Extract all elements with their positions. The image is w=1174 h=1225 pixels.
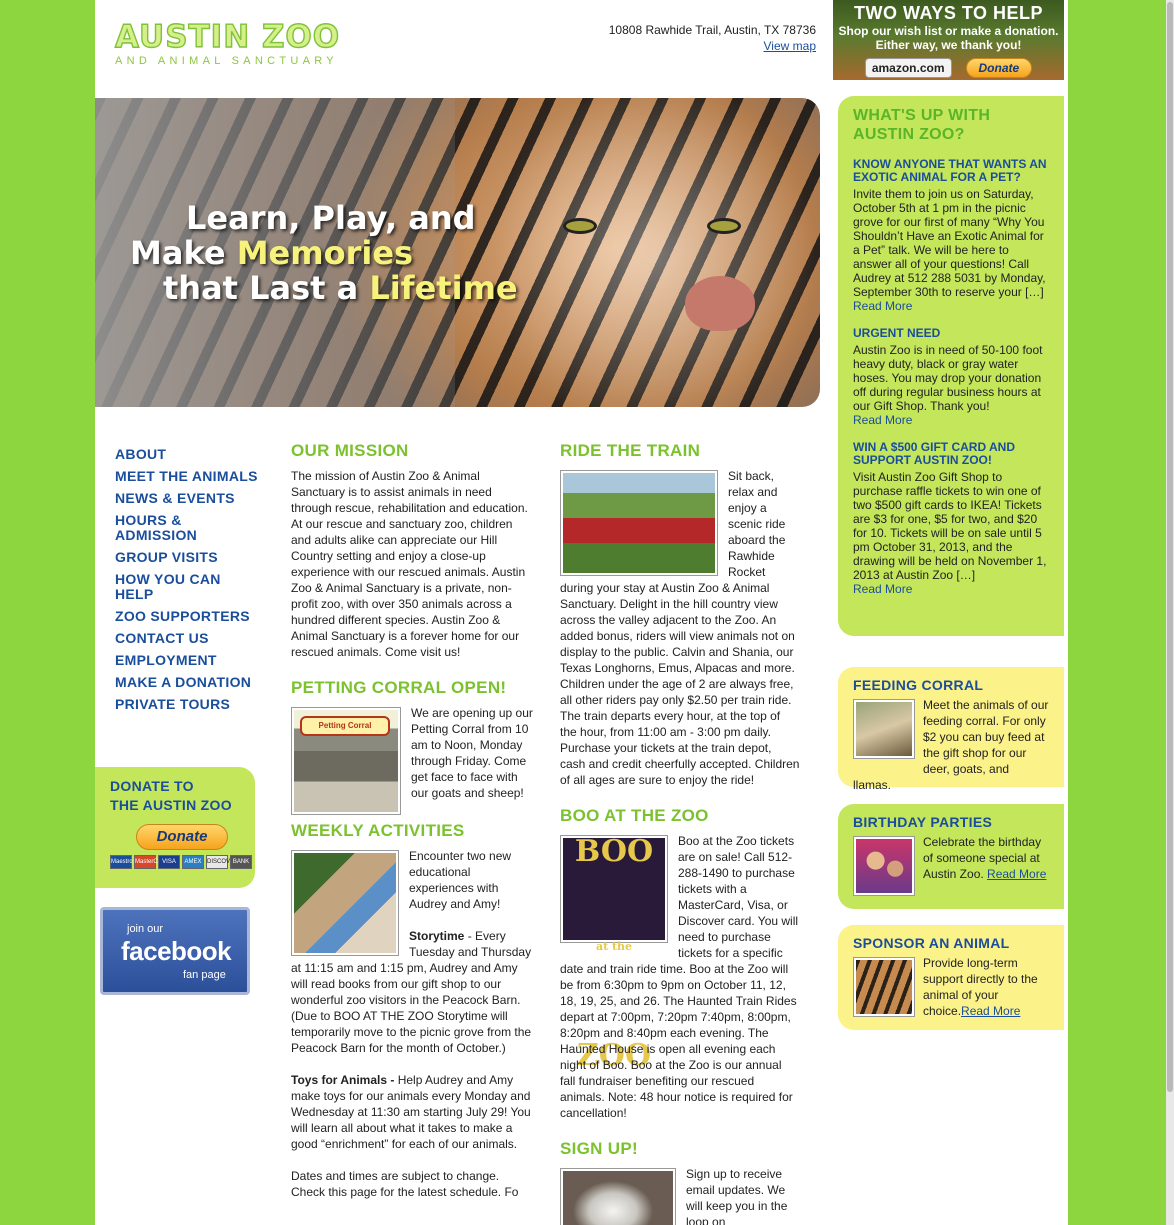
feeding-corral-photo (853, 699, 915, 759)
boo-at-the-zoo-logo: BOO at the ZOO (560, 835, 668, 1071)
address-block: 10808 Rawhide Trail, Austin, TX 78736 Vi… (609, 22, 816, 54)
nav-make-a-donation[interactable]: MAKE A DONATION (115, 675, 275, 690)
petting-corral-title: PETTING CORRAL OPEN! (291, 678, 507, 697)
nav-employment[interactable]: EMPLOYMENT (115, 653, 275, 668)
content-column-1: OUR MISSION The mission of Austin Zoo & … (291, 441, 533, 1200)
facebook-fan-page: fan page (183, 969, 226, 981)
signup-photo-cockatoo (560, 1168, 676, 1225)
nav-group-visits[interactable]: GROUP VISITS (115, 550, 275, 565)
news-heading-exotic-pet[interactable]: KNOW ANYONE THAT WANTS AN EXOTIC ANIMAL … (853, 158, 1049, 184)
mission-text: The mission of Austin Zoo & Animal Sanct… (291, 469, 528, 659)
tiger-eye-left (563, 218, 597, 234)
amazon-wishlist-button[interactable]: amazon.com (864, 58, 952, 78)
read-more-urgent-need[interactable]: Read More (853, 413, 912, 427)
view-map-link[interactable]: View map (764, 39, 816, 53)
birthday-parties-panel: BIRTHDAY PARTIES Celebrate the birthday … (838, 804, 1064, 909)
boo-title: BOO AT THE ZOO (560, 806, 709, 825)
page: AUSTIN ZOO AND ANIMAL SANCTUARY 10808 Ra… (95, 0, 1068, 1225)
whats-up-title: WHAT'S UP WITH AUSTIN ZOO? (853, 107, 991, 143)
train-photo (560, 470, 718, 576)
main-nav: ABOUT MEET THE ANIMALS NEWS & EVENTS HOU… (115, 447, 275, 719)
hero-line-3: that Last a Lifetime (163, 269, 518, 307)
nav-contact-us[interactable]: CONTACT US (115, 631, 275, 646)
help-subtitle-2: Either way, we thank you! (875, 38, 1022, 52)
discover-card-icon: DISCOVER (206, 855, 238, 869)
birthday-parties-photo (853, 836, 915, 896)
read-more-exotic-pet[interactable]: Read More (853, 299, 912, 313)
mastercard-icon: MasterCard (134, 855, 166, 869)
facebook-fan-page-button[interactable]: join our facebook fan page (100, 907, 250, 995)
hero-banner-tiger: Learn, Play, and Make Memories that Last… (95, 98, 820, 407)
donate-box: DONATE TO THE AUSTIN ZOO Donate Maestro … (95, 767, 255, 888)
logo-subtitle: AND ANIMAL SANCTUARY (115, 55, 338, 67)
help-donate-button[interactable]: Donate (965, 58, 1033, 78)
scrollbar[interactable] (1166, 0, 1174, 1225)
news-text-urgent-need: Austin Zoo is in need of 50-100 foot hea… (853, 343, 1043, 413)
tiger-nose (685, 276, 755, 331)
sponsor-animal-panel: SPONSOR AN ANIMAL Provide long-term supp… (838, 925, 1064, 1030)
payment-cards: Maestro MasterCard VISA AMEX DISCOVER BA… (110, 855, 255, 869)
news-heading-gift-card[interactable]: WIN A $500 GIFT CARD AND SUPPORT AUSTIN … (853, 441, 1049, 467)
read-more-gift-card[interactable]: Read More (853, 582, 912, 596)
nav-about[interactable]: ABOUT (115, 447, 275, 462)
hero-memories: Memories (236, 234, 414, 272)
toys-paragraph: Toys for Animals - Help Audrey and Amy m… (291, 1072, 533, 1152)
facebook-icon: facebook (121, 936, 232, 966)
tiger-eye-right (707, 218, 741, 234)
signup-title: SIGN UP! (560, 1139, 638, 1158)
donate-button[interactable]: Donate (136, 824, 228, 850)
donate-box-title-1: DONATE TO (110, 778, 194, 794)
nav-meet-the-animals[interactable]: MEET THE ANIMALS (115, 469, 275, 484)
birthday-parties-title[interactable]: BIRTHDAY PARTIES (853, 814, 1049, 830)
logo[interactable]: AUSTIN ZOO AND ANIMAL SANCTUARY (114, 19, 341, 67)
news-text-gift-card: Visit Austin Zoo Gift Shop to purchase r… (853, 470, 1047, 582)
news-text-exotic-pet: Invite them to join us on Saturday, Octo… (853, 187, 1046, 299)
bank-icon: BANK (230, 855, 252, 869)
logo-name: AUSTIN ZOO (114, 19, 341, 55)
schedule-note: Dates and times are subject to change. C… (291, 1169, 519, 1199)
storytime-label: Storytime (409, 929, 465, 943)
help-title: TWO WAYS TO HELP (853, 3, 1044, 23)
nav-news-events[interactable]: NEWS & EVENTS (115, 491, 275, 506)
amex-card-icon: AMEX (182, 855, 204, 869)
nav-zoo-supporters[interactable]: ZOO SUPPORTERS (115, 609, 275, 624)
toys-label: Toys for Animals - (291, 1073, 395, 1087)
maestro-card-icon: Maestro (110, 855, 133, 869)
read-more-birthday[interactable]: Read More (987, 867, 1046, 881)
train-title: RIDE THE TRAIN (560, 441, 701, 460)
hero-line-1: Learn, Play, and (186, 199, 476, 237)
two-ways-to-help-banner: TWO WAYS TO HELP Shop our wish list or m… (833, 0, 1064, 80)
mission-title: OUR MISSION (291, 441, 409, 460)
feeding-corral-panel: FEEDING CORRAL Meet the animals of our f… (838, 667, 1064, 792)
hero-lifetime: Lifetime (369, 269, 518, 307)
hero-line-2: Make Memories (130, 234, 414, 272)
help-subtitle-1: Shop our wish list or make a donation. (838, 24, 1059, 38)
weekly-activities-photo (291, 850, 399, 956)
facebook-join: join our (127, 923, 164, 935)
donate-box-title-2: THE AUSTIN ZOO (110, 797, 232, 813)
petting-corral-photo: Petting Corral (291, 707, 401, 815)
read-more-sponsor[interactable]: Read More (961, 1004, 1020, 1018)
sponsor-animal-title[interactable]: SPONSOR AN ANIMAL (853, 935, 1049, 951)
feeding-corral-title[interactable]: FEEDING CORRAL (853, 677, 1049, 693)
address-text: 10808 Rawhide Trail, Austin, TX 78736 (608, 23, 816, 37)
nav-how-you-can-help[interactable]: HOW YOU CAN HELP (115, 572, 230, 602)
nav-hours-admission[interactable]: HOURS & ADMISSION (115, 513, 225, 543)
scrollbar-thumb[interactable] (1167, 2, 1173, 1092)
hero-tagline: Learn, Play, and Make Memories that Last… (130, 201, 518, 306)
whats-up-panel: WHAT'S UP WITH AUSTIN ZOO? KNOW ANYONE T… (838, 96, 1064, 636)
sponsor-tiger-photo (853, 957, 915, 1017)
news-heading-urgent-need[interactable]: URGENT NEED (853, 327, 1049, 340)
content-column-2: RIDE THE TRAIN Sit back, relax and enjoy… (560, 441, 800, 1225)
visa-card-icon: VISA (158, 855, 180, 869)
petting-corral-sign: Petting Corral (300, 716, 390, 736)
weekly-activities-title: WEEKLY ACTIVITIES (291, 821, 465, 840)
nav-private-tours[interactable]: PRIVATE TOURS (115, 697, 275, 712)
